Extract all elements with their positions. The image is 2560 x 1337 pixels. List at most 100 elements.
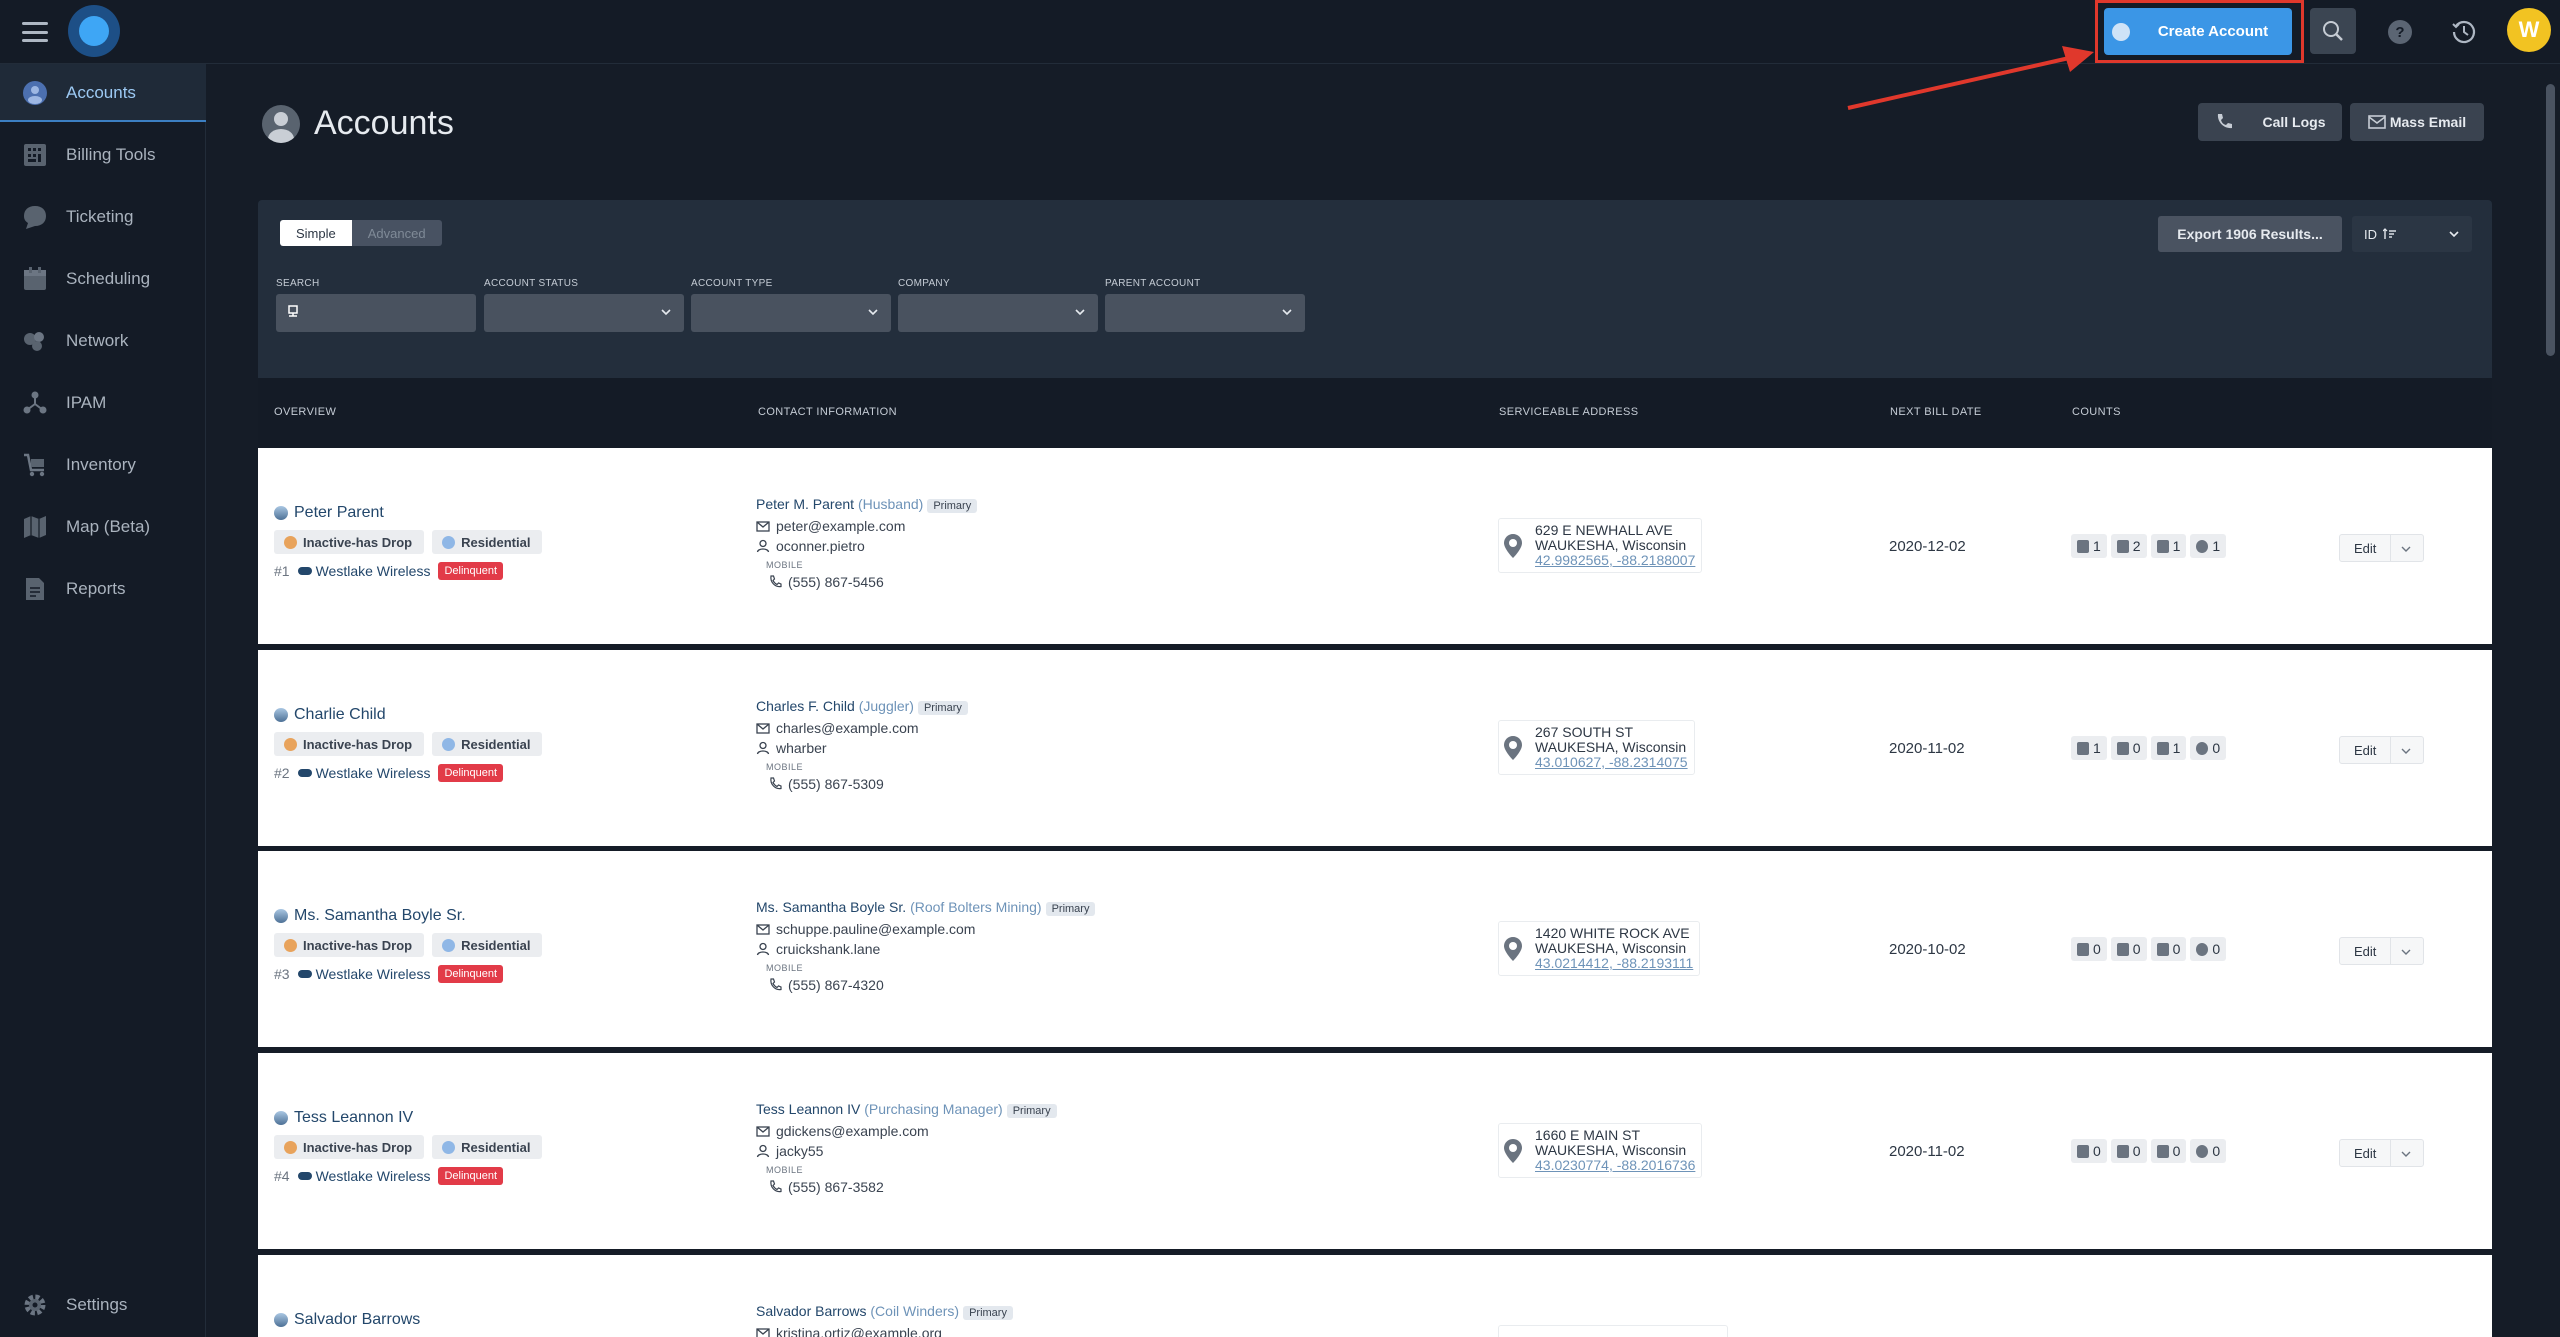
address-coordinates[interactable]: 43.0230774, -88.2016736 <box>1535 1158 1695 1173</box>
edit-button[interactable]: Edit <box>2340 737 2392 763</box>
count-badge[interactable]: 1 <box>2190 534 2227 558</box>
count-badge[interactable]: 2 <box>2110 534 2147 558</box>
account-name-link[interactable]: Salvador Barrows <box>274 1311 420 1329</box>
table-row[interactable]: Tess Leannon IV Inactive-has Drop Reside… <box>258 1053 2492 1249</box>
hamburger-menu-icon[interactable] <box>22 22 48 42</box>
sidebar-item-scheduling[interactable]: Scheduling <box>0 250 206 308</box>
contact-name[interactable]: Salvador Barrows <box>756 1303 867 1319</box>
call-logs-button[interactable]: Call Logs <box>2198 103 2342 141</box>
count-badge[interactable]: 0 <box>2190 736 2227 760</box>
contact-phone[interactable]: (555) 867-4320 <box>788 975 884 995</box>
count-badge[interactable]: 0 <box>2110 937 2147 961</box>
address-coordinates[interactable]: 43.010627, -88.2314075 <box>1535 755 1688 770</box>
column-header-contact[interactable]: CONTACT INFORMATION <box>758 406 897 418</box>
account-name-link[interactable]: Charlie Child <box>274 706 542 724</box>
account-name-link[interactable]: Tess Leannon IV <box>274 1109 542 1127</box>
account-status-select[interactable] <box>484 294 684 332</box>
count-badge[interactable]: 0 <box>2071 1139 2107 1163</box>
sort-select[interactable]: ID <box>2352 216 2472 252</box>
count-badge[interactable]: 0 <box>2071 937 2107 961</box>
edit-button[interactable]: Edit <box>2340 1140 2392 1166</box>
edit-button[interactable]: Edit <box>2340 938 2392 964</box>
count-badge[interactable]: 0 <box>2110 1139 2147 1163</box>
count-badge[interactable]: 1 <box>2071 534 2107 558</box>
address-card[interactable]: 267 SOUTH ST WAUKESHA, Wisconsin 43.010627… <box>1498 720 1695 775</box>
search-input[interactable] <box>276 294 476 332</box>
mass-email-button[interactable]: Mass Email <box>2350 103 2484 141</box>
column-header-overview[interactable]: OVERVIEW <box>274 406 336 418</box>
company-select[interactable] <box>898 294 1098 332</box>
count-badge[interactable]: 1 <box>2150 736 2187 760</box>
contact-phone[interactable]: (555) 867-3582 <box>788 1177 884 1197</box>
sidebar-item-inventory[interactable]: Inventory <box>0 436 206 494</box>
sidebar-item-ipam[interactable]: IPAM <box>0 374 206 432</box>
service-icon <box>2077 539 2089 553</box>
sidebar-item-reports[interactable]: Reports <box>0 560 206 618</box>
count-badge[interactable]: 0 <box>2150 937 2187 961</box>
address-coordinates[interactable]: 42.9982565, -88.2188007 <box>1535 553 1695 568</box>
advanced-mode-tab[interactable]: Advanced <box>351 220 442 246</box>
count-badge[interactable]: 0 <box>2190 1139 2227 1163</box>
sidebar-item-map[interactable]: Map (Beta) <box>0 498 206 556</box>
contact-name[interactable]: Peter M. Parent <box>756 496 854 512</box>
sidebar-item-accounts[interactable]: Accounts <box>0 64 206 122</box>
column-header-counts[interactable]: COUNTS <box>2072 406 2121 418</box>
count-badge[interactable]: 0 <box>2190 937 2227 961</box>
page-scrollbar-thumb[interactable] <box>2546 84 2555 356</box>
edit-dropdown-toggle[interactable] <box>2391 938 2423 964</box>
table-row[interactable]: Charlie Child Inactive-has Drop Resident… <box>258 650 2492 846</box>
account-type-select[interactable] <box>691 294 891 332</box>
count-badge[interactable]: 0 <box>2110 736 2147 760</box>
company-link[interactable]: Westlake Wireless <box>297 563 430 579</box>
count-badge[interactable]: 1 <box>2071 736 2107 760</box>
sidebar-item-ticketing[interactable]: Ticketing <box>0 188 206 246</box>
address-card[interactable]: 1660 E MAIN ST WAUKESHA, Wisconsin 43.0230… <box>1498 1123 1703 1178</box>
create-account-button[interactable]: Create Account <box>2104 8 2292 55</box>
export-results-button[interactable]: Export 1906 Results... <box>2158 216 2342 252</box>
address-card[interactable] <box>1498 1325 1728 1337</box>
count-badge[interactable]: 0 <box>2150 1139 2187 1163</box>
company-link[interactable]: Westlake Wireless <box>297 966 430 982</box>
edit-dropdown-toggle[interactable] <box>2391 1140 2423 1166</box>
contact-email[interactable]: schuppe.pauline@example.com <box>776 919 975 939</box>
edit-dropdown-toggle[interactable] <box>2391 737 2423 763</box>
contact-email[interactable]: kristina.ortiz@example.org <box>776 1323 942 1337</box>
history-icon[interactable] <box>2450 18 2478 46</box>
count-badge[interactable]: 1 <box>2150 534 2187 558</box>
mail-icon <box>756 1328 770 1337</box>
global-search-button[interactable] <box>2310 8 2356 54</box>
help-button[interactable]: ? <box>2388 20 2412 44</box>
account-name-link[interactable]: Peter Parent <box>274 504 542 522</box>
contact-email[interactable]: gdickens@example.com <box>776 1121 929 1141</box>
address-card[interactable]: 1420 WHITE ROCK AVE WAUKESHA, Wisconsin 43… <box>1498 921 1701 976</box>
contact-phone[interactable]: (555) 867-5456 <box>788 572 884 592</box>
contact-email[interactable]: charles@example.com <box>776 718 919 738</box>
column-header-address[interactable]: SERVICEABLE ADDRESS <box>1499 406 1638 418</box>
edit-button[interactable]: Edit <box>2340 535 2392 561</box>
user-avatar[interactable]: W <box>2507 8 2551 52</box>
column-header-bill-date[interactable]: NEXT BILL DATE <box>1890 406 1982 418</box>
simple-mode-tab[interactable]: Simple <box>280 220 352 246</box>
sidebar-item-billing-tools[interactable]: Billing Tools <box>0 126 206 184</box>
company-link[interactable]: Westlake Wireless <box>297 1168 430 1184</box>
table-row[interactable]: Ms. Samantha Boyle Sr. Inactive-has Drop… <box>258 851 2492 1047</box>
sidebar-item-network[interactable]: Network <box>0 312 206 370</box>
address-card[interactable]: 629 E NEWHALL AVE WAUKESHA, Wisconsin 42.9… <box>1498 518 1703 573</box>
edit-dropdown-toggle[interactable] <box>2391 535 2423 561</box>
table-row[interactable]: Salvador Barrows Salvador Barrows (Coil … <box>258 1255 2492 1337</box>
address-city: WAUKESHA, Wisconsin <box>1535 537 1687 553</box>
contact-name[interactable]: Charles F. Child <box>756 698 855 714</box>
parent-account-select[interactable] <box>1105 294 1305 332</box>
app-logo[interactable] <box>68 5 120 57</box>
contact-name[interactable]: Ms. Samantha Boyle Sr. <box>756 899 906 915</box>
contact-email[interactable]: peter@example.com <box>776 516 905 536</box>
company-link[interactable]: Westlake Wireless <box>297 765 430 781</box>
address-coordinates[interactable]: 43.0214412, -88.2193111 <box>1535 956 1693 971</box>
sidebar-item-settings[interactable]: Settings <box>0 1276 206 1334</box>
contact-phone[interactable]: (555) 867-5309 <box>788 774 884 794</box>
contact-name[interactable]: Tess Leannon IV <box>756 1101 860 1117</box>
edit-split-button: Edit <box>2339 937 2425 965</box>
invoice-icon <box>2156 1144 2169 1158</box>
table-row[interactable]: Peter Parent Inactive-has Drop Residenti… <box>258 448 2492 644</box>
account-name-link[interactable]: Ms. Samantha Boyle Sr. <box>274 907 542 925</box>
